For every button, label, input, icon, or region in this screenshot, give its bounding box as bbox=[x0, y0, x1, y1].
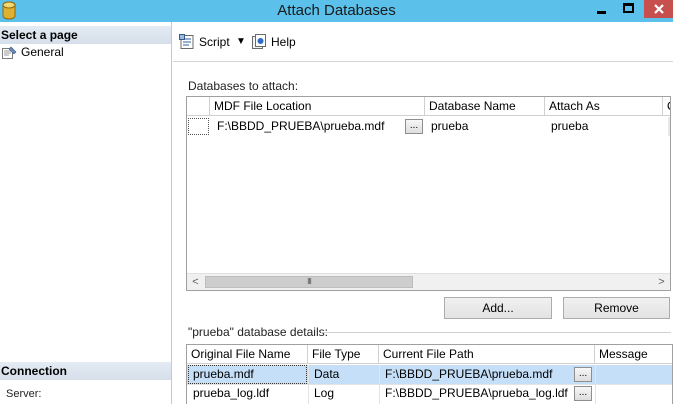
page-selector-panel: Select a page General Connection Server: bbox=[0, 22, 172, 404]
server-label: Server: bbox=[6, 388, 42, 400]
databases-grid[interactable]: MDF File Location Database Name Attach A… bbox=[186, 96, 671, 291]
database-details-label: "prueba" database details: bbox=[188, 325, 328, 339]
minimize-button[interactable] bbox=[588, 0, 615, 18]
column-database-name[interactable]: Database Name bbox=[425, 97, 545, 116]
row-selector[interactable] bbox=[188, 118, 209, 135]
help-icon bbox=[252, 34, 266, 49]
col-divider bbox=[379, 365, 380, 404]
details-divider bbox=[321, 332, 671, 333]
original-file-cell[interactable]: prueba.mdf bbox=[188, 365, 306, 384]
column-current-file-path[interactable]: Current File Path bbox=[379, 345, 595, 364]
script-label: Script bbox=[199, 35, 230, 49]
column-file-type[interactable]: File Type bbox=[308, 345, 379, 364]
maximize-icon bbox=[623, 3, 634, 13]
toolbar: Script ▼ Help bbox=[173, 22, 673, 62]
page-item-label: General bbox=[21, 45, 64, 59]
page-item-general[interactable]: General bbox=[2, 44, 64, 60]
script-icon bbox=[179, 34, 194, 49]
browse-path-button[interactable]: ... bbox=[574, 386, 592, 401]
browse-path-button[interactable]: ... bbox=[574, 367, 592, 382]
help-button[interactable]: Help bbox=[251, 34, 296, 50]
scroll-thumb[interactable]: III bbox=[205, 276, 413, 288]
horizontal-scrollbar[interactable]: < III > bbox=[187, 273, 670, 290]
file-type-cell[interactable]: Log bbox=[309, 384, 377, 403]
current-path-cell[interactable]: F:\BBDD_PRUEBA\prueba_log.ldf bbox=[380, 384, 570, 403]
original-file-cell[interactable]: prueba_log.ldf bbox=[188, 384, 306, 403]
wrench-page-icon bbox=[2, 46, 17, 59]
current-path-cell[interactable]: F:\BBDD_PRUEBA\prueba.mdf bbox=[380, 365, 570, 384]
column-original-file-name[interactable]: Original File Name bbox=[187, 345, 308, 364]
close-button[interactable] bbox=[644, 0, 673, 18]
owner-cell bbox=[668, 117, 670, 136]
column-mdf-file-location[interactable]: MDF File Location bbox=[210, 97, 425, 116]
attach-as-cell[interactable]: prueba bbox=[546, 117, 661, 136]
select-page-heading: Select a page bbox=[0, 26, 171, 44]
title-bar: Attach Databases bbox=[0, 0, 673, 22]
script-button[interactable]: Script bbox=[179, 34, 230, 50]
col-divider bbox=[595, 365, 596, 404]
column-message[interactable]: Message bbox=[595, 345, 672, 364]
add-button[interactable]: Add... bbox=[444, 297, 552, 319]
help-label: Help bbox=[271, 35, 296, 49]
column-owner[interactable]: O bbox=[663, 97, 670, 116]
file-type-cell[interactable]: Data bbox=[309, 365, 377, 384]
details-grid[interactable]: Original File Name File Type Current Fil… bbox=[186, 344, 673, 404]
close-icon bbox=[653, 4, 664, 14]
row-header-column bbox=[187, 97, 210, 116]
window-title: Attach Databases bbox=[277, 2, 396, 19]
details-grid-header: Original File Name File Type Current Fil… bbox=[187, 345, 672, 364]
mdf-location-cell[interactable]: F:\BBDD_PRUEBA\prueba.mdf bbox=[212, 117, 402, 136]
content-area: Script ▼ Help Databases to attach: MDF F… bbox=[173, 22, 673, 404]
minimize-icon bbox=[597, 11, 606, 14]
script-dropdown-button[interactable]: ▼ bbox=[236, 36, 246, 47]
database-name-cell[interactable]: prueba bbox=[426, 117, 541, 136]
chevron-down-icon: ▼ bbox=[236, 36, 246, 47]
scroll-left-arrow[interactable]: < bbox=[187, 274, 204, 290]
column-attach-as[interactable]: Attach As bbox=[545, 97, 663, 116]
browse-mdf-button[interactable]: ... bbox=[405, 119, 423, 134]
message-cell bbox=[596, 365, 672, 384]
col-divider bbox=[308, 365, 309, 404]
remove-button[interactable]: Remove bbox=[563, 297, 670, 319]
connection-heading: Connection bbox=[0, 362, 171, 380]
maximize-button[interactable] bbox=[615, 0, 642, 18]
grid-header: MDF File Location Database Name Attach A… bbox=[187, 97, 670, 116]
message-cell bbox=[596, 384, 672, 403]
databases-to-attach-label: Databases to attach: bbox=[188, 79, 299, 93]
scroll-right-arrow[interactable]: > bbox=[653, 274, 670, 290]
row-divider bbox=[187, 384, 672, 385]
